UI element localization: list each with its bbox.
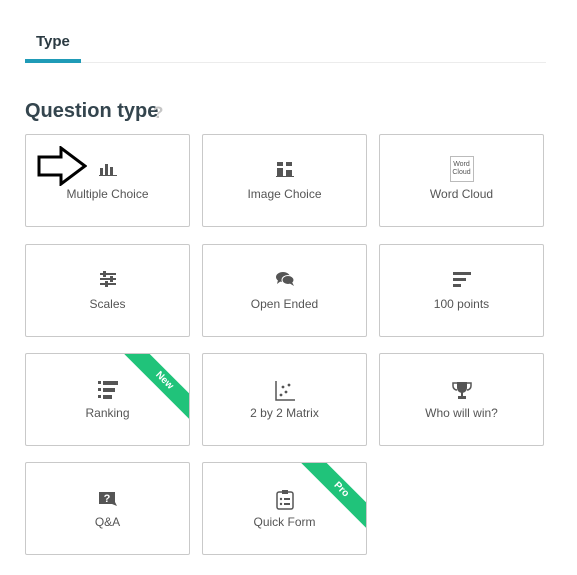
card-label: Who will win?: [425, 406, 498, 420]
question-bubble-icon: ?: [26, 489, 189, 511]
tab-type-label: Type: [36, 33, 70, 50]
card-label: Multiple Choice: [66, 187, 149, 201]
card-label: Open Ended: [250, 297, 319, 311]
svg-text:?: ?: [103, 493, 110, 505]
word-cloud-icon-text: Cloud: [452, 169, 471, 176]
pointer-arrow-icon: [37, 146, 87, 186]
card-label: Quick Form: [253, 515, 316, 529]
question-type-scales[interactable]: Scales: [25, 244, 190, 337]
question-type-100-points[interactable]: 100 points: [379, 244, 544, 337]
word-cloud-icon-text: Word: [453, 161, 470, 168]
scatter-matrix-icon: [203, 380, 366, 402]
question-type-image-choice[interactable]: Image Choice: [202, 134, 367, 227]
trophy-icon: [380, 380, 543, 402]
tab-bar: Type: [25, 0, 546, 63]
question-type-word-cloud[interactable]: Word Cloud Word Cloud: [379, 134, 544, 227]
sliders-icon: [26, 268, 189, 290]
question-type-who-will-win[interactable]: Who will win?: [379, 353, 544, 446]
tab-type[interactable]: Type: [25, 0, 81, 63]
card-label: Scales: [89, 297, 126, 311]
section-title: Question type: [25, 100, 159, 122]
speech-bubbles-icon: [203, 268, 366, 290]
active-tab-indicator: [25, 59, 81, 63]
question-type-open-ended[interactable]: Open Ended: [202, 244, 367, 337]
card-label: Ranking: [85, 406, 130, 420]
card-label: Image Choice: [247, 187, 322, 201]
card-label: 2 by 2 Matrix: [250, 406, 319, 420]
image-choice-icon: [203, 158, 366, 180]
help-icon[interactable]: ?: [153, 103, 163, 123]
question-type-2-by-2-matrix[interactable]: 2 by 2 Matrix: [202, 353, 367, 446]
question-type-quick-form[interactable]: Quick Form Pro: [202, 462, 367, 555]
word-cloud-icon: Word Cloud: [380, 156, 543, 182]
horizontal-bars-icon: [380, 268, 543, 290]
card-label: Word Cloud: [429, 187, 494, 201]
question-type-ranking[interactable]: Ranking New: [25, 353, 190, 446]
card-label: Q&A: [94, 515, 121, 529]
question-type-q-and-a[interactable]: ? Q&A: [25, 462, 190, 555]
card-label: 100 points: [433, 297, 490, 311]
